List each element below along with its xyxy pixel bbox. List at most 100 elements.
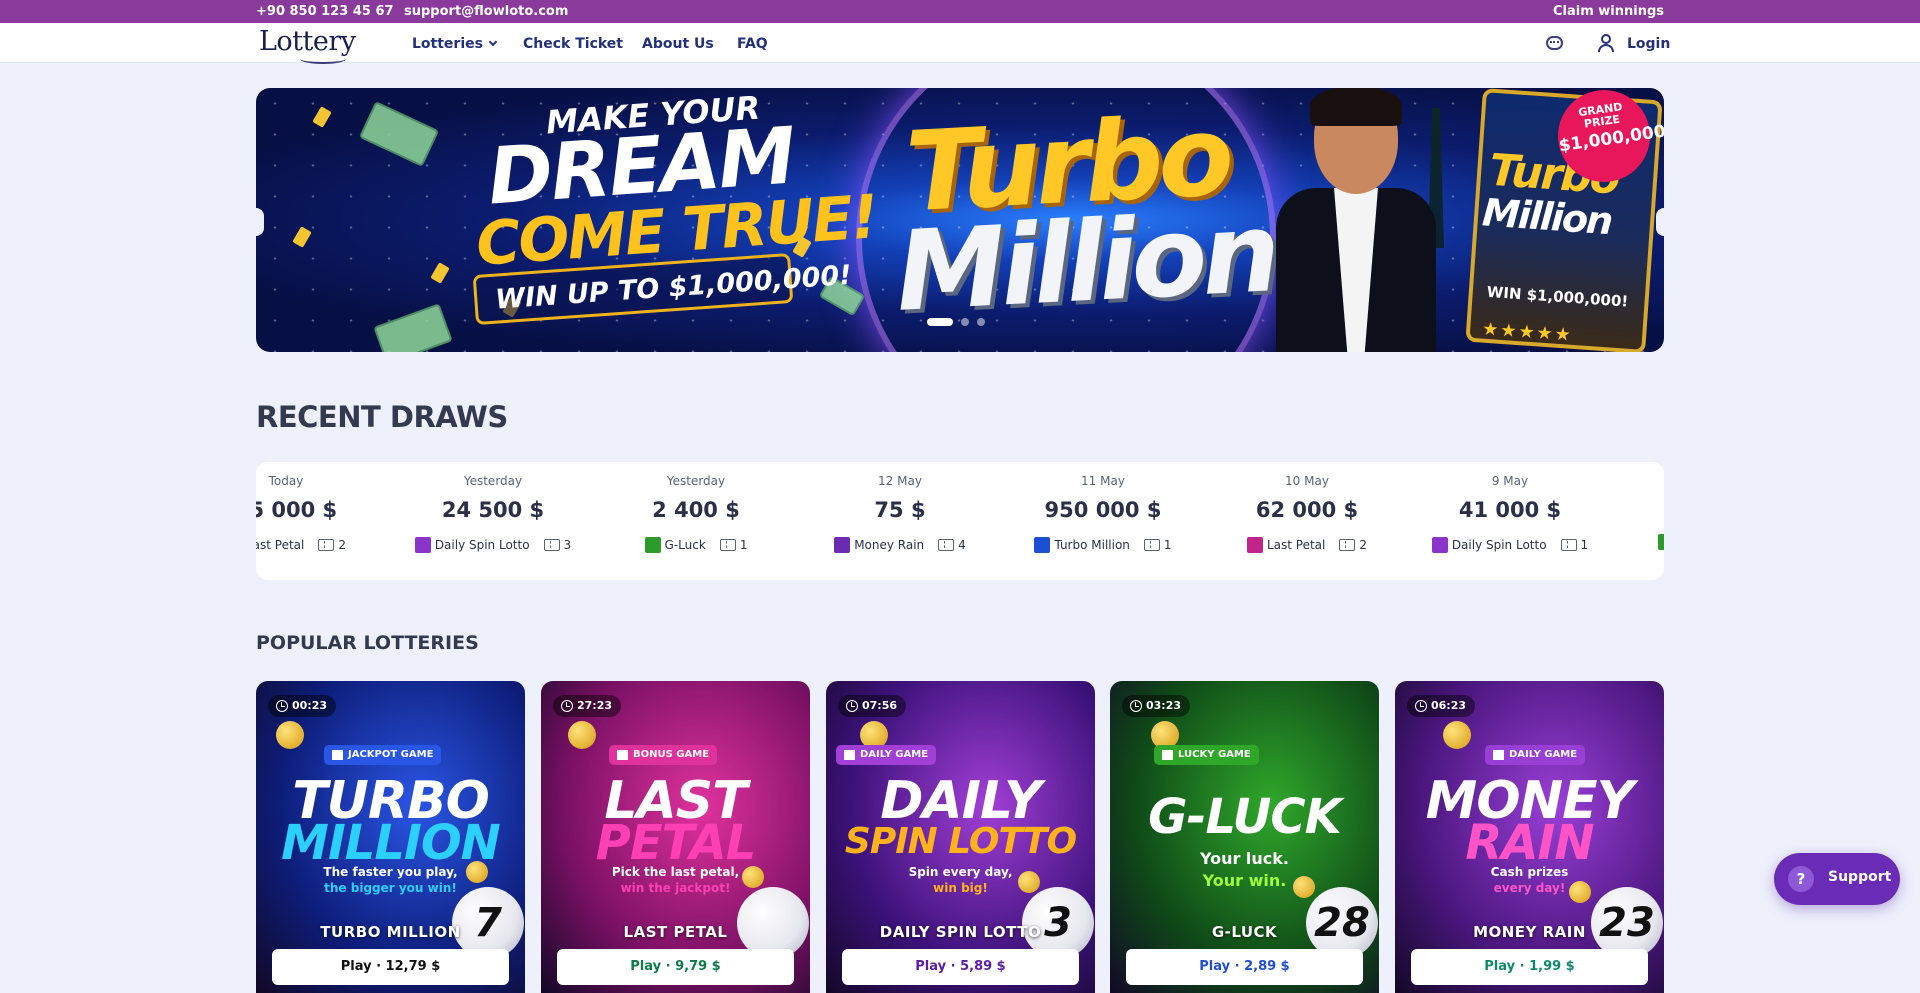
tag-icon xyxy=(1162,750,1173,760)
play-button[interactable]: Play · 1,99 $ xyxy=(1411,949,1648,985)
draw-game-name: Money Rain xyxy=(854,537,925,552)
game-type-tag: DAILY GAME xyxy=(1485,745,1586,765)
game-thumbnail-icon xyxy=(834,536,851,553)
draw-ticket-count: 2 xyxy=(338,537,347,552)
support-email[interactable]: support@flowloto.com xyxy=(404,4,568,19)
ticket-icon xyxy=(318,538,335,551)
site-logo[interactable]: Lottery xyxy=(259,26,356,57)
draw-date: 11 May xyxy=(1081,474,1125,488)
recent-draws-strip[interactable]: Today 35 000 $ Last Petal 2 Yesterday 24 500 … xyxy=(256,462,1664,580)
draw-item[interactable]: 10 May 62 000 $ Last Petal 2 xyxy=(1207,462,1407,580)
carousel-prev-handle[interactable] xyxy=(256,208,264,236)
support-button[interactable]: ? Support xyxy=(1774,853,1900,905)
ticket-icon xyxy=(543,538,560,551)
ticket-icon xyxy=(938,538,955,551)
card-tagline-2: win big! xyxy=(933,881,988,895)
play-button[interactable]: Play · 2,89 $ xyxy=(1126,949,1363,985)
ticket-icon xyxy=(719,538,736,551)
draw-date: Yesterday xyxy=(666,474,726,488)
draw-item[interactable]: 11 May 950 000 $ Turbo Million 1 xyxy=(1003,462,1203,580)
lottery-card[interactable]: 23 06:23 DAILY GAME MONEY RAIN Cash prizes eve… xyxy=(1395,681,1664,993)
card-tagline-2: win the jackpot! xyxy=(620,881,731,895)
timer-value: 27:23 xyxy=(577,699,613,712)
card-tagline-2: the bigger you win! xyxy=(324,881,457,895)
phone-number[interactable]: +90 850 123 45 67 xyxy=(256,4,394,19)
game-thumbnail-icon xyxy=(1431,536,1448,553)
coin-icon xyxy=(568,721,596,749)
draw-item[interactable]: 9 May 41 000 $ Daily Spin Lotto 1 xyxy=(1410,462,1610,580)
card-game-name: G-LUCK xyxy=(1211,923,1278,941)
draw-ticket-count: 1 xyxy=(1580,537,1589,552)
draw-amount: 35 000 $ xyxy=(256,498,338,522)
ticket-icon xyxy=(1560,538,1577,551)
game-type-label: LUCKY GAME xyxy=(1178,749,1251,760)
draw-amount: 75 $ xyxy=(874,498,926,522)
hero-banner[interactable]: MAKE YOUR DREAM COME TRUE! WIN UP TO $1,… xyxy=(256,88,1664,352)
card-title-line2: SPIN LOTTO xyxy=(844,821,1077,862)
help-icon: ? xyxy=(1788,866,1814,892)
clock-icon xyxy=(1415,700,1427,712)
presenter-image xyxy=(1276,88,1436,352)
draw-game-row: Last Petal 2 xyxy=(256,534,386,552)
draw-date: Yesterday xyxy=(463,474,523,488)
countdown-timer: 06:23 xyxy=(1407,695,1476,717)
carousel-dot-1[interactable] xyxy=(927,318,953,326)
ticket-icon xyxy=(1339,538,1356,551)
card-game-name: LAST PETAL xyxy=(623,923,728,941)
chat-icon[interactable] xyxy=(1546,36,1563,50)
carousel-next-handle[interactable] xyxy=(1656,208,1664,236)
timer-value: 06:23 xyxy=(1431,699,1467,712)
card-title-line2: MILLION xyxy=(281,815,501,871)
play-button[interactable]: Play · 5,89 $ xyxy=(842,949,1079,985)
timer-value: 07:56 xyxy=(862,699,898,712)
game-type-label: DAILY GAME xyxy=(1509,749,1578,760)
game-thumbnail-icon xyxy=(1658,534,1664,550)
card-game-name: DAILY SPIN LOTTO xyxy=(879,923,1042,941)
ticket-icon xyxy=(1143,538,1160,551)
play-button[interactable]: Play · 9,79 $ xyxy=(557,949,794,985)
draw-item[interactable]: Yesterday 24 500 $ Daily Spin Lotto 3 xyxy=(393,462,593,580)
lottery-card[interactable]: 3 07:56 DAILY GAME DAILY SPIN LOTTO Spin ever… xyxy=(826,681,1095,993)
support-label: Support xyxy=(1828,869,1892,885)
game-thumbnail-icon xyxy=(1034,536,1051,553)
card-tagline-1: Cash prizes xyxy=(1490,865,1569,879)
play-button[interactable]: Play · 12,79 $ xyxy=(272,949,509,985)
nav-faq[interactable]: FAQ xyxy=(737,36,768,52)
countdown-timer: 27:23 xyxy=(553,695,622,717)
clock-icon xyxy=(276,700,288,712)
login-button[interactable]: Login xyxy=(1627,36,1670,52)
draw-item[interactable]: Yesterday 2 400 $ G-Luck 1 xyxy=(596,462,796,580)
draw-game-name: Daily Spin Lotto xyxy=(434,537,530,552)
card-title-line1: G-LUCK xyxy=(1148,789,1342,845)
nav-check-ticket[interactable]: Check Ticket xyxy=(523,36,623,52)
draw-game-row: Daily Spin Lotto 1 xyxy=(1410,534,1610,553)
main-navigation: Lottery Lotteries Check Ticket About Us … xyxy=(0,23,1920,64)
game-type-label: BONUS GAME xyxy=(633,749,710,760)
claim-winnings-link[interactable]: Claim winnings xyxy=(1553,4,1664,19)
card-tagline-1: The faster you play, xyxy=(323,865,458,879)
carousel-dot-2[interactable] xyxy=(961,318,969,326)
card-tagline-1: Spin every day, xyxy=(908,865,1013,879)
timer-value: 00:23 xyxy=(292,699,328,712)
countdown-timer: 03:23 xyxy=(1122,695,1191,717)
draw-game-row: G-Luck 1 xyxy=(596,534,796,553)
draw-item[interactable]: Today 35 000 $ Last Petal 2 xyxy=(256,462,386,580)
user-icon[interactable] xyxy=(1598,34,1614,52)
lottery-card[interactable]: 7 00:23 JACKPOT GAME TURBO MILLION The faster… xyxy=(256,681,525,993)
carousel-dot-3[interactable] xyxy=(977,318,985,326)
lottery-card[interactable]: 28 03:23 LUCKY GAME G-LUCK Your luck. Your wi… xyxy=(1110,681,1379,993)
lottery-card[interactable]: 27:23 BONUS GAME LAST PETAL Pick the last pe… xyxy=(541,681,810,993)
clock-icon xyxy=(561,700,573,712)
game-type-label: JACKPOT GAME xyxy=(348,749,434,760)
tag-icon xyxy=(332,750,343,760)
logo-swoosh xyxy=(300,54,346,64)
draw-amount: 62 000 $ xyxy=(1255,498,1359,522)
game-type-tag: DAILY GAME xyxy=(836,745,937,765)
game-thumbnail-icon xyxy=(1246,536,1263,553)
draw-item[interactable]: 12 May 75 $ Money Rain 4 xyxy=(800,462,1000,580)
nav-about-us[interactable]: About Us xyxy=(642,36,714,52)
top-contact-bar: +90 850 123 45 67 support@flowloto.com C… xyxy=(0,0,1920,23)
nav-lotteries[interactable]: Lotteries xyxy=(412,36,498,52)
draw-amount: 950 000 $ xyxy=(1044,498,1162,522)
card-tagline-1: Pick the last petal, xyxy=(611,865,740,879)
